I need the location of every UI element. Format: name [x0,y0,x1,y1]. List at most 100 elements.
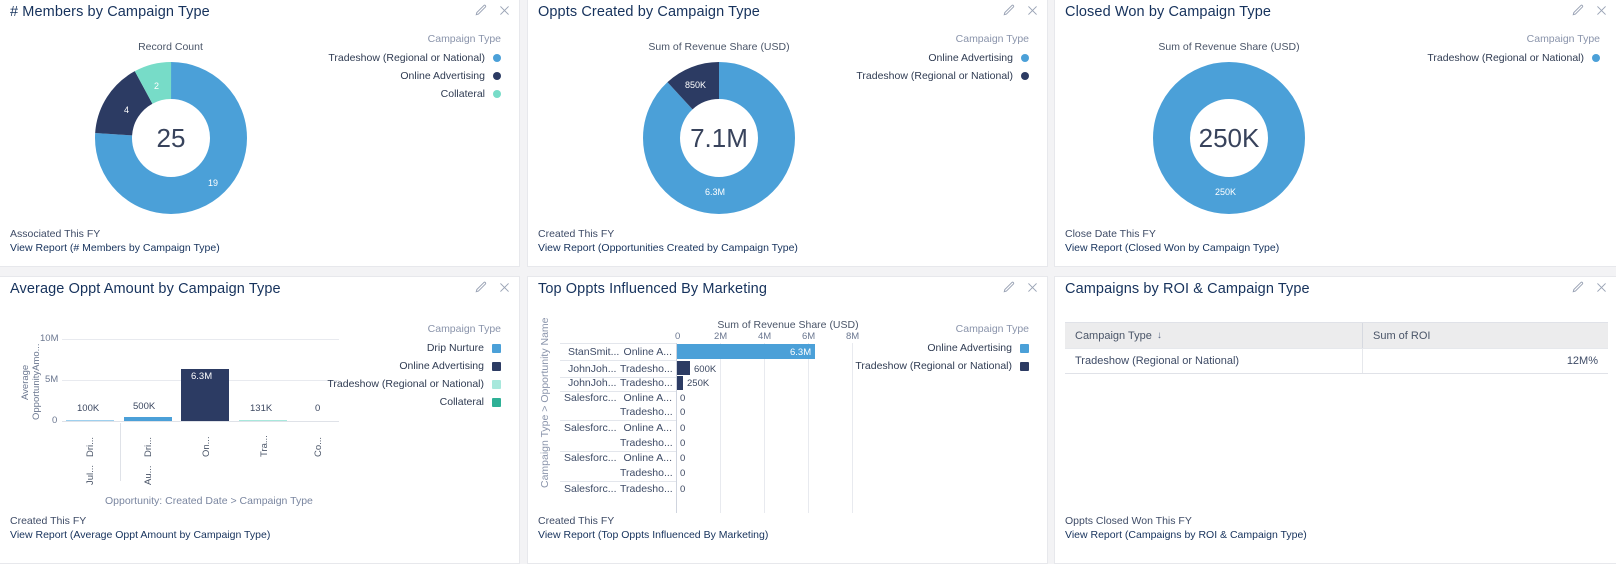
x-cat-label-1: Dri... [143,436,154,457]
x-tick-2m: 2M [714,331,728,342]
row-name-0: StanSmit... [568,346,620,358]
table-header-row: Campaign Type ↓ Sum of ROI [1065,323,1608,348]
cell-campaign-type: Tradeshow (Regional or National) [1075,355,1240,367]
row-type-2: Tradesho... [620,377,673,389]
close-icon[interactable] [498,4,511,17]
pencil-icon[interactable] [1002,4,1015,17]
column-header-sum-of-roi[interactable]: Sum of ROI [1362,323,1608,348]
close-icon[interactable] [498,281,511,294]
row-type-4: Tradesho... [620,406,673,418]
group-divider [120,423,121,481]
bar-value-0: 6.3M [790,347,812,358]
table-row[interactable]: Tradeshow (Regional or National) 12M% [1065,348,1608,373]
legend-label: Online Advertising [400,70,485,82]
bar-chart-average-oppt[interactable]: 100K 500K 6.3M 131K 0 [62,339,339,422]
bar-tradeshow[interactable] [239,419,287,421]
pencil-icon[interactable] [1571,4,1584,17]
legend-item-collateral[interactable]: Collateral [328,85,501,103]
legend-label: Collateral [440,88,485,100]
row-name-2: JohnJoh... [568,377,617,389]
legend-item-tradeshow[interactable]: Tradeshow (Regional or National) [856,67,1029,85]
legend-swatch-icon [1020,343,1029,353]
legend-label: Tradeshow (Regional or National) [855,360,1012,372]
row-name-7: Salesforc... [564,452,617,464]
bar-value-1: 600K [694,364,717,375]
card-actions [1571,4,1608,17]
close-icon[interactable] [1026,4,1039,17]
legend-item-tradeshow[interactable]: Tradeshow (Regional or National) [1427,49,1600,67]
close-icon[interactable] [1595,4,1608,17]
legend-swatch-icon [1020,361,1029,371]
row-name-1: JohnJoh... [568,363,617,375]
legend-item-online-advertising[interactable]: Online Advertising [327,357,501,375]
legend-members: Campaign Type Tradeshow (Regional or Nat… [328,30,501,103]
legend-item-collateral[interactable]: Collateral [327,393,501,411]
chart-measure-label: Record Count [138,41,203,53]
view-report-link[interactable]: View Report (Closed Won by Campaign Type… [1065,242,1279,256]
legend-item-online-advertising[interactable]: Online Advertising [328,67,501,85]
dashboard-card-members-by-campaign-type: # Members by Campaign Type Record Count … [0,0,520,267]
sort-descending-icon: ↓ [1156,330,1162,341]
legend-top-oppts: Campaign Type Online Advertising Tradesh… [855,320,1029,375]
card-footer: Close Date This FY View Report (Closed W… [1065,228,1279,255]
legend-item-tradeshow[interactable]: Tradeshow (Regional or National) [855,357,1029,375]
report-table: Campaign Type ↓ Sum of ROI Tradeshow (Re… [1065,322,1608,374]
pencil-icon[interactable] [474,4,487,17]
legend-label: Tradeshow (Regional or National) [856,70,1013,82]
bar-value-7: 0 [680,453,686,464]
dashboard-card-campaigns-by-roi-campaign-type: Campaigns by ROI & Campaign Type Campaig… [1054,276,1616,564]
legend-label: Tradeshow (Regional or National) [328,52,485,64]
card-footer: Created This FY View Report (Average Opp… [10,515,270,542]
bar-value-9: 0 [680,484,686,495]
legend-item-tradeshow[interactable]: Tradeshow (Regional or National) [327,375,501,393]
bar-value-2: 250K [687,378,710,389]
gridline-6m [808,343,809,513]
view-report-link[interactable]: View Report (Opportunities Created by Ca… [538,242,798,256]
x-axis-title: Opportunity: Created Date > Campaign Typ… [105,495,313,507]
close-icon[interactable] [1595,281,1608,294]
legend-swatch-icon [493,54,501,62]
bar-value-label: 500K [133,401,156,412]
x-cat-label-0: Dri... [85,436,96,457]
x-cat-label-3: Tra... [259,435,270,457]
view-report-link[interactable]: View Report (Campaigns by ROI & Campaign… [1065,529,1307,543]
footer-filter: Associated This FY [10,228,101,240]
row-name-9: Salesforc... [564,483,617,495]
legend-label: Online Advertising [399,360,484,372]
view-report-link[interactable]: View Report (Average Oppt Amount by Camp… [10,529,270,543]
bar-row-2[interactable] [677,376,683,390]
bar-drip-nurture-aug[interactable] [124,416,172,421]
legend-item-drip-nurture[interactable]: Drip Nurture [327,339,501,357]
card-actions [1571,281,1608,294]
column-header-campaign-type[interactable]: Campaign Type ↓ [1065,323,1362,348]
view-report-link[interactable]: View Report (Top Oppts Influenced By Mar… [538,529,768,543]
bar-value-8: 0 [680,468,686,479]
donut-chart-closed-won[interactable]: 250K 250K [1153,62,1305,214]
pencil-icon[interactable] [1571,281,1584,294]
legend-item-online-advertising[interactable]: Online Advertising [856,49,1029,67]
row-type-5: Online A... [623,422,672,434]
legend-item-tradeshow[interactable]: Tradeshow (Regional or National) [328,49,501,67]
bar-row-1[interactable] [677,361,690,375]
legend-oppts-created: Campaign Type Online Advertising Tradesh… [856,30,1029,85]
view-report-link[interactable]: View Report (# Members by Campaign Type) [10,242,220,256]
legend-average-oppt: Campaign Type Drip Nurture Online Advert… [327,320,501,411]
donut-chart-members[interactable]: 25 19 4 2 [95,62,247,214]
legend-title: Campaign Type [427,33,501,45]
bar-value-label: 131K [250,403,273,414]
card-actions [1002,4,1039,17]
legend-item-online-advertising[interactable]: Online Advertising [855,339,1029,357]
legend-label: Online Advertising [927,342,1012,354]
pencil-icon[interactable] [474,281,487,294]
row-type-8: Tradesho... [620,467,673,479]
column-header-label: Campaign Type [1075,329,1152,342]
gridline-0 [62,421,339,422]
bar-drip-nurture-jul[interactable] [66,419,114,421]
x-group-label-1: Au... [143,465,154,485]
bar-value-5: 0 [680,423,686,434]
row-type-0: Online A... [623,346,672,358]
gridline-2m [720,343,721,513]
bar-value-3: 0 [680,393,686,404]
donut-chart-oppts-created[interactable]: 7.1M 6.3M 850K [643,62,795,214]
cell-sum-of-roi: 12M% [1362,349,1608,373]
